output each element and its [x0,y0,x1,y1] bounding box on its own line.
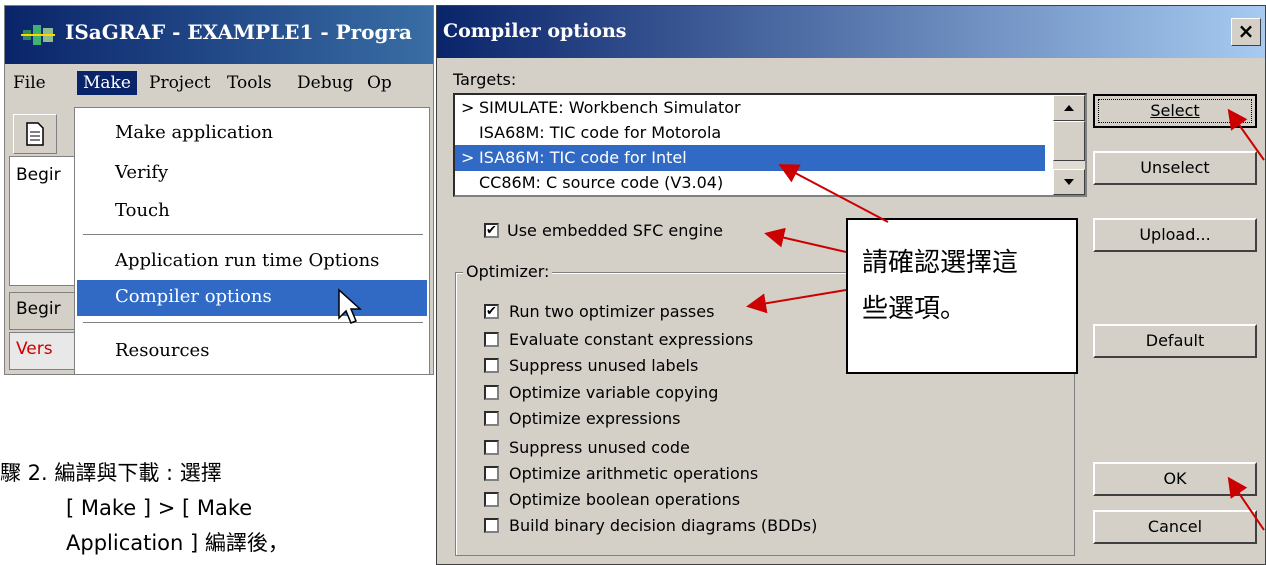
optimizer-option-label: Run two optimizer passes [509,302,715,321]
caption-line-1: 驟 2. 編譯與下載 : 選擇 [0,461,222,485]
default-button[interactable]: Default [1093,324,1257,358]
select-button[interactable]: Select [1093,94,1257,128]
mouse-cursor-icon [338,288,362,324]
ok-button[interactable]: OK [1093,462,1257,496]
targets-label: Targets: [453,70,517,89]
instruction-callout: 請確認選擇這 些選項。 [846,218,1078,374]
menu-item-verify[interactable]: Verify [115,162,168,183]
embedded-sfc-label: Use embedded SFC engine [507,221,723,240]
optimizer-option-label: Suppress unused labels [509,356,699,375]
optimizer-option-label: Optimize boolean operations [509,490,741,509]
menu-item-resources[interactable]: Resources [115,340,209,361]
optimizer-checkbox[interactable] [484,492,499,507]
optimizer-checkbox[interactable] [484,440,499,455]
optimizer-checkbox[interactable] [484,518,499,533]
optimizer-option-label: Optimize variable copying [509,383,719,402]
dialog-title: Compiler options [443,20,627,42]
target-label: SIMULATE: Workbench Simulator [479,98,741,117]
isagraf-app-icon [21,25,55,45]
pane-text: Begir [16,165,61,185]
cancel-button[interactable]: Cancel [1093,510,1257,544]
optimizer-checkbox[interactable] [484,332,499,347]
upload-button-label: Upload... [1139,225,1211,244]
optimizer-option-label: Suppress unused code [509,438,690,457]
target-mark: > [461,148,475,167]
status-field-1: Begir [9,292,81,330]
callout-line-2: 些選項。 [862,294,967,324]
optimizer-option-label: Evaluate constant expressions [509,330,754,349]
caption-line-3: Application ] 編譯後， [66,531,289,555]
cancel-button-label: Cancel [1147,517,1203,536]
unselect-button-label: Unselect [1140,158,1210,177]
scroll-down-button[interactable] [1053,169,1085,195]
menu-item-touch[interactable]: Touch [115,200,170,221]
menu-separator [83,322,423,324]
menu-item-run-time-options[interactable]: Application run time Options [115,250,379,271]
target-label: ISA68M: TIC code for Motorola [479,123,722,142]
callout-line-1: 請確認選擇這 [862,248,1019,278]
ok-button-label: OK [1163,469,1187,488]
optimizer-checkbox[interactable] [484,411,499,426]
default-button-label: Default [1145,331,1205,350]
make-dropdown-menu: Make application Verify Touch Applicatio… [74,107,430,375]
optimizer-checkbox[interactable]: ✔ [484,304,499,319]
embedded-sfc-checkbox[interactable]: ✔ [484,223,499,238]
menu-tools[interactable]: Tools [227,73,272,93]
document-icon [26,122,44,146]
menu-make[interactable]: Make [77,71,137,95]
new-document-toolbar-button[interactable] [13,114,57,154]
optimizer-label: Optimizer: [463,262,553,281]
main-menu-bar: File Make Project Tools Debug Op [5,66,433,102]
target-item[interactable]: ISA68M: TIC code for Motorola [455,120,1045,146]
scroll-up-button[interactable] [1053,95,1085,121]
close-button[interactable]: × [1231,18,1261,46]
arrow-up-icon [1064,105,1074,111]
targets-listbox[interactable]: > SIMULATE: Workbench Simulator ISA68M: T… [453,93,1087,197]
dialog-title-bar[interactable]: Compiler options × [437,6,1265,58]
status-text-2: Vers [16,339,53,359]
target-item-selected[interactable]: > ISA86M: TIC code for Intel [455,145,1045,171]
program-list-pane[interactable]: Begir [9,156,81,286]
upload-button[interactable]: Upload... [1093,218,1257,252]
caption-line-2: [ Make ] > [ Make [66,496,253,520]
menu-options[interactable]: Op [367,73,392,93]
targets-scrollbar[interactable] [1053,95,1085,195]
optimizer-option-label: Optimize arithmetic operations [509,464,759,483]
target-mark: > [461,98,475,117]
optimizer-checkbox[interactable] [484,358,499,373]
arrow-down-icon [1064,179,1074,185]
optimizer-option-label: Build binary decision diagrams (BDDs) [509,516,818,535]
status-text-1: Begir [16,299,61,319]
unselect-button[interactable]: Unselect [1093,151,1257,185]
menu-separator [83,234,423,236]
optimizer-checkbox[interactable] [484,385,499,400]
menu-project[interactable]: Project [149,73,210,93]
optimizer-checkbox[interactable] [484,466,499,481]
optimizer-option-label: Optimize expressions [509,409,681,428]
menu-file[interactable]: File [13,73,46,93]
menu-item-compiler-options[interactable]: Compiler options [115,286,272,307]
main-window-title: ISaGRAF - EXAMPLE1 - Progra [65,20,412,44]
main-title-bar[interactable]: ISaGRAF - EXAMPLE1 - Progra [5,6,433,64]
scroll-thumb[interactable] [1053,121,1085,161]
target-label: CC86M: C source code (V3.04) [479,173,724,192]
target-item[interactable]: CC86M: C source code (V3.04) [455,170,1045,195]
menu-debug[interactable]: Debug [297,73,353,93]
target-label: ISA86M: TIC code for Intel [479,148,687,167]
status-field-2: Vers [9,332,81,370]
select-button-label: Select [1150,101,1200,120]
menu-item-make-application[interactable]: Make application [115,122,273,143]
target-item[interactable]: > SIMULATE: Workbench Simulator [455,95,1045,121]
